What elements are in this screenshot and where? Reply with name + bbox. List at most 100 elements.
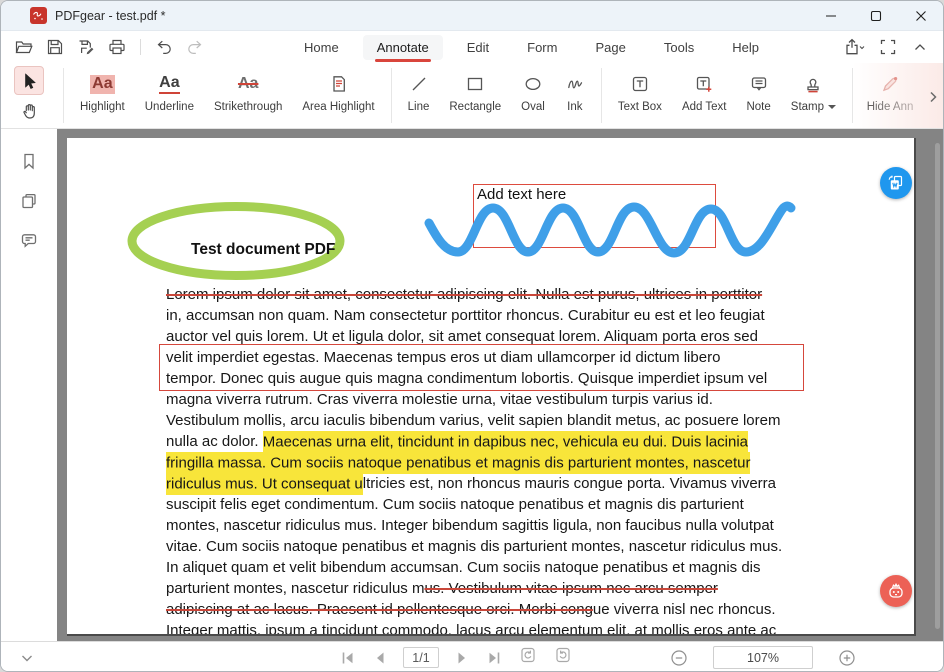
document-text-line: Lorem ipsum dolor sit amet, consectetur …	[166, 284, 782, 305]
print-icon[interactable]	[104, 35, 130, 59]
tool-add-text-button[interactable]: Add Text	[672, 63, 737, 128]
text-segment: vitae. Cum sociis natoque penatibus et m…	[166, 538, 782, 555]
tool-label: Oval	[521, 101, 545, 113]
tool-note-button[interactable]: Note	[736, 63, 780, 128]
word-doc-icon	[886, 173, 906, 193]
text-segment: ue viverra nisl nec rhoncus.	[593, 601, 776, 618]
note-icon	[749, 69, 769, 99]
tab-annotate[interactable]: Annotate	[363, 35, 443, 60]
menu-tabs: Home Annotate Edit Form Page Tools Help	[290, 35, 773, 60]
ribbon-divider	[63, 68, 64, 123]
area-highlight-icon	[329, 69, 349, 99]
convert-to-word-button[interactable]	[880, 167, 912, 199]
zoom-level[interactable]: 107%	[713, 646, 813, 669]
text-segment: ltricies est, non rhoncus mauris congue …	[363, 475, 776, 492]
annotate-ribbon: Aa Highlight Aa Underline Aa Strikethrou…	[1, 63, 943, 129]
text-segment: Integer mattis, ipsum a tincidunt commod…	[166, 622, 776, 636]
tool-label: Note	[746, 101, 770, 113]
tool-hide-annotations-button[interactable]: Hide Ann	[859, 63, 921, 128]
document-text-line: parturient montes, nascetur ridiculus mu…	[166, 578, 782, 599]
window-title: PDFgear - test.pdf *	[55, 9, 165, 23]
text-segment: montes, nascetur ridiculus mus. Integer …	[166, 517, 774, 534]
tool-ink-button[interactable]: Ink	[555, 63, 595, 128]
redo-icon[interactable]	[182, 35, 208, 59]
first-page-icon[interactable]	[339, 649, 357, 667]
page-indicator[interactable]: 1/1	[403, 647, 439, 668]
tab-form[interactable]: Form	[513, 35, 571, 60]
tool-highlight-button[interactable]: Aa Highlight	[70, 63, 135, 128]
save-icon[interactable]	[42, 35, 68, 59]
pdfgear-window: PDFgear - test.pdf * Home Annotate Edit …	[0, 0, 944, 672]
comments-icon[interactable]	[17, 229, 41, 253]
select-tool-button[interactable]	[14, 66, 44, 95]
close-button[interactable]	[898, 1, 943, 30]
document-canvas[interactable]: Test document PDF Add text here Lorem ip…	[57, 129, 943, 641]
vertical-scrollbar[interactable]	[935, 143, 940, 629]
minimize-button[interactable]	[808, 1, 853, 30]
oval-icon	[523, 69, 543, 99]
tab-tools[interactable]: Tools	[650, 35, 708, 60]
next-page-icon[interactable]	[454, 650, 470, 666]
left-sidebar	[1, 129, 57, 641]
document-text-line: vitae. Cum sociis natoque penatibus et m…	[166, 536, 782, 557]
tool-text-box-button[interactable]: Text Box	[608, 63, 672, 128]
zoom-in-icon[interactable]	[838, 649, 856, 667]
page-navigation: 1/1	[339, 642, 573, 672]
rotate-left-icon[interactable]	[518, 645, 538, 670]
document-text-line: Vestibulum mollis, arcu iaculis bibendum…	[166, 410, 782, 431]
ribbon-overflow-chevron[interactable]	[925, 87, 941, 107]
tool-label: Area Highlight	[302, 101, 374, 113]
tool-rectangle-button[interactable]: Rectangle	[439, 63, 511, 128]
text-segment: tempor. Donec quis augue quis magna cond…	[166, 370, 767, 387]
blue-ink-annotation[interactable]	[419, 194, 803, 268]
collapse-sidebar-icon[interactable]	[17, 648, 37, 668]
document-text-line: nulla ac dolor. Maecenas urna elit, tinc…	[166, 431, 782, 452]
highlight-icon: Aa	[90, 69, 114, 99]
save-as-icon[interactable]	[73, 35, 99, 59]
zoom-out-icon[interactable]	[670, 649, 688, 667]
undo-icon[interactable]	[151, 35, 177, 59]
pdf-page[interactable]: Test document PDF Add text here Lorem ip…	[67, 138, 916, 636]
document-text-line: tempor. Donec quis augue quis magna cond…	[166, 368, 782, 389]
text-segment: auctor vel quis lorem. Ut et ligula dolo…	[166, 328, 758, 345]
tool-oval-button[interactable]: Oval	[511, 63, 555, 128]
tool-label: Hide Ann	[867, 101, 914, 113]
document-text-line: velit imperdiet egestas. Maecenas tempus…	[166, 347, 782, 368]
tool-underline-button[interactable]: Aa Underline	[135, 63, 204, 128]
tab-edit[interactable]: Edit	[453, 35, 503, 60]
previous-page-icon[interactable]	[372, 650, 388, 666]
document-body-text: Lorem ipsum dolor sit amet, consectetur …	[166, 284, 782, 636]
tool-stamp-button[interactable]: Stamp	[781, 63, 846, 128]
text-segment: suscipit felis eget condimentum. Cum soc…	[166, 496, 744, 513]
tab-home[interactable]: Home	[290, 35, 353, 60]
tab-page[interactable]: Page	[581, 35, 639, 60]
strikethrough-text: us. Vestibulum vitae ipsum nec arcu semp…	[424, 580, 717, 597]
maximize-button[interactable]	[853, 1, 898, 30]
last-page-icon[interactable]	[485, 649, 503, 667]
open-file-icon[interactable]	[11, 35, 37, 59]
ribbon-divider	[852, 68, 853, 123]
ai-assistant-button[interactable]	[880, 575, 912, 607]
document-text-line: suscipit felis eget condimentum. Cum soc…	[166, 494, 782, 515]
rotate-right-icon[interactable]	[553, 645, 573, 670]
bookmarks-icon[interactable]	[17, 149, 41, 173]
collapse-toolbar-icon[interactable]	[911, 38, 929, 56]
stamp-icon	[803, 69, 823, 99]
page-thumbnails-icon[interactable]	[17, 189, 41, 213]
strikethrough-text: Lorem ipsum dolor sit amet, consectetur …	[166, 286, 762, 303]
tab-help[interactable]: Help	[718, 35, 773, 60]
hand-tool-button[interactable]	[17, 98, 43, 124]
fullscreen-icon[interactable]	[879, 38, 897, 56]
tool-strikethrough-button[interactable]: Aa Strikethrough	[204, 63, 292, 128]
quick-access-toolbar	[11, 35, 208, 59]
hide-annotations-icon	[880, 69, 900, 99]
document-heading: Test document PDF	[191, 241, 335, 259]
highlighted-text: Maecenas urna elit, tincidunt in dapibus…	[263, 431, 748, 454]
tool-label: Highlight	[80, 101, 125, 113]
tool-area-highlight-button[interactable]: Area Highlight	[292, 63, 384, 128]
tool-line-button[interactable]: Line	[398, 63, 440, 128]
share-icon[interactable]	[843, 37, 865, 57]
menubar: Home Annotate Edit Form Page Tools Help	[1, 31, 943, 63]
text-segment: Vestibulum mollis, arcu iaculis bibendum…	[166, 412, 780, 429]
tool-label: Rectangle	[449, 101, 501, 113]
